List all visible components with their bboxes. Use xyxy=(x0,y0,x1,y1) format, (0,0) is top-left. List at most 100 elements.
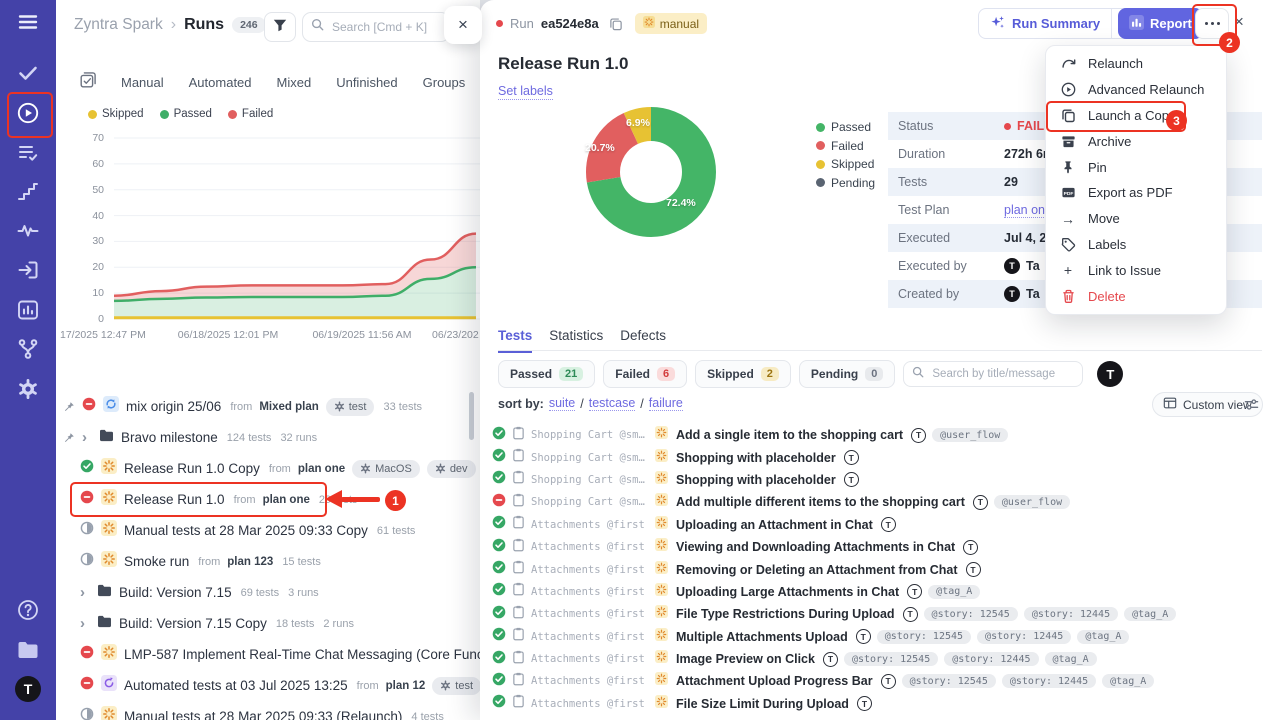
test-suite: Attachments @first xyxy=(531,631,649,643)
run-row[interactable]: LMP-587 Implement Real-Time Chat Messagi… xyxy=(56,639,480,670)
set-labels-link[interactable]: Set labels xyxy=(498,84,553,100)
test-row[interactable]: Shopping Cart @sm…Add a single item to t… xyxy=(480,424,1280,446)
chevron-right-icon[interactable]: › xyxy=(80,619,90,629)
menu-item-relaunch[interactable]: Relaunch xyxy=(1046,51,1226,77)
run-row[interactable]: mix origin 25/06fromMixed plantest33 tes… xyxy=(56,391,480,422)
sort-option-testcase[interactable]: testcase xyxy=(589,396,636,411)
scrollbar[interactable] xyxy=(469,392,474,440)
sign-in-icon[interactable] xyxy=(16,258,40,282)
sort-option-failure[interactable]: failure xyxy=(649,396,683,411)
run-row[interactable]: Release Run 1.0fromplan one29 tests xyxy=(56,484,480,515)
panel-close-button[interactable]: × xyxy=(444,6,482,44)
tab-unfinished[interactable]: Unfinished xyxy=(336,75,397,90)
test-search-input[interactable] xyxy=(930,367,1088,381)
folder-row[interactable]: ›Bravo milestone124 tests32 runs xyxy=(56,422,480,453)
detail-close-button[interactable]: × xyxy=(1234,12,1244,32)
test-row[interactable]: Shopping Cart @sm…Shopping with placehol… xyxy=(480,446,1280,468)
filter-button[interactable] xyxy=(264,12,296,42)
test-row[interactable]: Attachments @firstUploading an Attachmen… xyxy=(480,514,1280,536)
run-plan-link[interactable]: Mixed plan xyxy=(259,401,318,413)
menu-item-archive[interactable]: Archive xyxy=(1046,128,1226,154)
run-plan-link[interactable]: plan 123 xyxy=(227,556,273,568)
bar-chart-icon[interactable] xyxy=(16,298,40,322)
legend-item[interactable]: Passed xyxy=(160,108,212,120)
run-plan-link[interactable]: plan one xyxy=(263,494,310,506)
menu-item-link-to-issue[interactable]: +Link to Issue xyxy=(1046,257,1226,283)
donut-legend-item[interactable]: Skipped xyxy=(816,157,875,171)
run-row[interactable]: Manual tests at 28 Mar 2025 09:33 Copy61… xyxy=(56,515,480,546)
divider xyxy=(498,350,1262,351)
legend-item[interactable]: Failed xyxy=(228,108,273,120)
test-row[interactable]: Shopping Cart @sm…Add multiple different… xyxy=(480,491,1280,513)
legend-label: Pending xyxy=(831,176,875,190)
run-type-manual-icon xyxy=(101,489,117,510)
test-row[interactable]: Attachments @firstMultiple Attachments U… xyxy=(480,626,1280,648)
run-row[interactable]: Smoke runfromplan 12315 tests xyxy=(56,546,480,577)
chevron-right-icon[interactable]: › xyxy=(82,433,92,443)
test-row[interactable]: Attachments @firstFile Type Restrictions… xyxy=(480,603,1280,625)
breadcrumb-project[interactable]: Zyntra Spark xyxy=(74,16,163,34)
x-axis-tick: 06/18/2025 12:01 PM xyxy=(172,329,284,341)
tab-groups[interactable]: Groups xyxy=(423,75,466,90)
tab-manual[interactable]: Manual xyxy=(121,75,164,90)
test-row[interactable]: Attachments @firstFile Size Limit During… xyxy=(480,693,1280,715)
run-row[interactable]: Automated tests at 03 Jul 2025 13:25from… xyxy=(56,670,480,701)
test-row[interactable]: Attachments @firstViewing and Downloadin… xyxy=(480,536,1280,558)
run-plan-link[interactable]: plan 12 xyxy=(386,680,426,692)
copy-run-id-button[interactable] xyxy=(609,17,623,31)
status-passed-icon xyxy=(492,650,506,669)
test-suite: Attachments @first xyxy=(531,675,649,687)
menu-item-advanced-relaunch[interactable]: Advanced Relaunch xyxy=(1046,77,1226,103)
filter-passed[interactable]: Passed21 xyxy=(498,360,595,388)
test-row[interactable]: Attachments @firstUploading Large Attach… xyxy=(480,581,1280,603)
run-row[interactable]: Manual tests at 28 Mar 2025 09:33 (Relau… xyxy=(56,701,480,720)
menu-item-labels[interactable]: Labels xyxy=(1046,232,1226,258)
folder-row[interactable]: ›Build: Version 7.1569 tests3 runs xyxy=(56,577,480,608)
gear-icon[interactable] xyxy=(16,377,40,401)
tab-mixed[interactable]: Mixed xyxy=(277,75,312,90)
view-settings-icon[interactable] xyxy=(1244,397,1259,417)
list-check-icon[interactable] xyxy=(16,141,40,165)
donut-legend-item[interactable]: Passed xyxy=(816,120,875,134)
menu-item-delete[interactable]: Delete xyxy=(1046,283,1226,309)
test-tag: @tag_A xyxy=(928,585,980,599)
steps-icon[interactable] xyxy=(16,180,40,204)
check-icon[interactable] xyxy=(16,61,40,85)
filter-failed[interactable]: Failed6 xyxy=(603,360,687,388)
menu-item-launch-a-copy[interactable]: Launch a Copy xyxy=(1046,103,1226,129)
run-row[interactable]: Release Run 1.0 Copyfromplan oneMacOSdev… xyxy=(56,453,480,484)
menu-item-export-as-pdf[interactable]: PDFExport as PDF xyxy=(1046,180,1226,206)
donut-legend-item[interactable]: Pending xyxy=(816,176,875,190)
test-row[interactable]: Shopping Cart @sm…Shopping with placehol… xyxy=(480,469,1280,491)
user-avatar[interactable]: T xyxy=(1097,361,1123,387)
run-plan-link[interactable]: plan one xyxy=(298,463,345,475)
test-title: Shopping with placeholder xyxy=(676,451,836,465)
sort-separator: / xyxy=(640,397,643,411)
help-icon[interactable] xyxy=(16,598,40,622)
tab-automated[interactable]: Automated xyxy=(189,75,252,90)
folder-row[interactable]: ›Build: Version 7.15 Copy18 tests2 runs xyxy=(56,608,480,639)
filter-skipped[interactable]: Skipped2 xyxy=(695,360,791,388)
chevron-right-icon[interactable]: › xyxy=(80,588,90,598)
test-tag: @user_flow xyxy=(994,495,1070,509)
menu-item-move[interactable]: →Move xyxy=(1046,206,1226,232)
test-row[interactable]: Attachments @firstImage Preview on Click… xyxy=(480,648,1280,670)
test-row[interactable]: Attachments @firstRemoving or Deleting a… xyxy=(480,558,1280,580)
runs-search-input[interactable] xyxy=(330,19,444,35)
legend-item[interactable]: Skipped xyxy=(88,108,144,120)
test-row[interactable]: Attachments @firstAttachment Upload Prog… xyxy=(480,670,1280,692)
branch-icon[interactable] xyxy=(16,337,40,361)
menu-icon[interactable] xyxy=(16,10,40,34)
folder-icon[interactable] xyxy=(16,638,40,662)
activity-icon[interactable] xyxy=(16,219,40,243)
app-logo[interactable]: T xyxy=(15,676,41,702)
filter-pending[interactable]: Pending0 xyxy=(799,360,895,388)
chart-legend: Skipped Passed Failed xyxy=(88,108,273,120)
menu-item-pin[interactable]: Pin xyxy=(1046,154,1226,180)
play-icon[interactable] xyxy=(16,101,40,125)
select-all-icon[interactable] xyxy=(80,72,96,93)
donut-legend-item[interactable]: Failed xyxy=(816,139,875,153)
donut-slice-label: 20.7% xyxy=(585,142,615,154)
sort-option-suite[interactable]: suite xyxy=(549,396,575,411)
report-button[interactable]: Report xyxy=(1118,8,1203,39)
